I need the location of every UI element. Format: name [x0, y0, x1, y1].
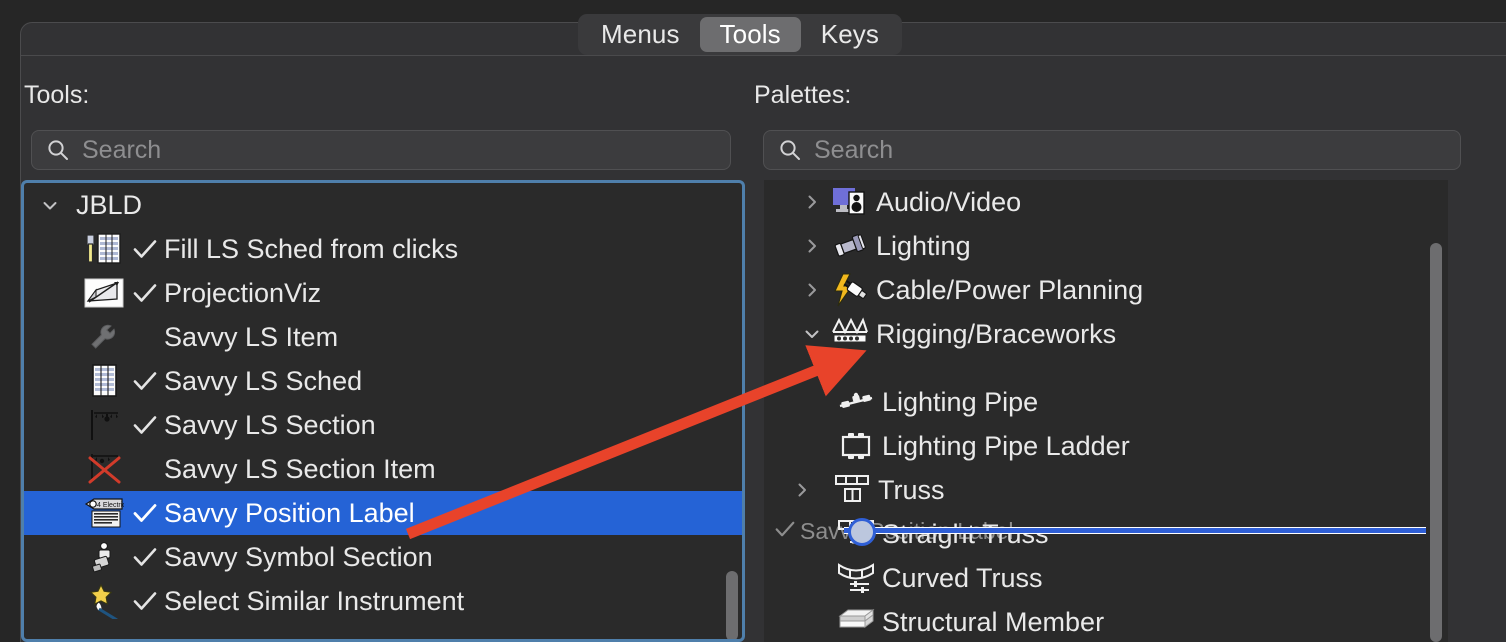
tools-list-inner: JBLD Fill LS Sched from clicks Projectio… — [24, 180, 742, 623]
list-item-label: Savvy Position Label — [164, 497, 415, 528]
list-item-label: ProjectionViz — [164, 277, 322, 308]
palette-item-label: Lighting Pipe — [882, 386, 1039, 417]
tab-keys[interactable]: Keys — [801, 17, 899, 52]
palettes-column-label: Palettes: — [754, 81, 852, 109]
palettes-list[interactable]: Audio/Video Lighting Cable/Power Plannin… — [764, 180, 1448, 642]
palette-group-label: Truss — [878, 474, 945, 505]
palette-item-structural-member[interactable]: Structural Member — [764, 600, 1448, 642]
chevron-right-icon — [800, 190, 824, 214]
rigging-braceworks-icon — [828, 314, 872, 354]
savvy-ls-section-icon — [82, 405, 126, 445]
chevron-down-icon — [800, 322, 824, 346]
structural-member-icon — [834, 602, 878, 642]
straight-truss-icon — [834, 514, 878, 554]
palette-group-lighting[interactable]: Lighting — [764, 224, 1448, 268]
cable-power-icon — [828, 270, 872, 310]
palette-group-rigging-braceworks[interactable]: Rigging/Braceworks — [764, 312, 1448, 356]
chevron-right-icon — [790, 478, 814, 502]
list-item-label: Savvy LS Sched — [164, 365, 363, 396]
position-label-icon: 4 Electric — [82, 493, 126, 533]
palette-group-cable-power[interactable]: Cable/Power Planning — [764, 268, 1448, 312]
search-icon — [780, 140, 800, 160]
palette-item-straight-truss[interactable]: Straight Truss — [764, 512, 1448, 556]
list-item[interactable]: Fill LS Sched from clicks — [24, 227, 742, 271]
tools-group-jbld[interactable]: JBLD — [24, 183, 742, 227]
check-icon — [130, 588, 160, 614]
tab-menus[interactable]: Menus — [581, 17, 700, 52]
palette-group-truss[interactable]: Truss — [764, 468, 1448, 512]
palette-group-label: Lighting — [876, 230, 971, 261]
check-icon — [130, 500, 160, 526]
tools-column-label: Tools: — [24, 81, 90, 109]
tab-tools-label: Tools — [719, 19, 781, 49]
list-item[interactable]: Savvy LS Sched — [24, 359, 742, 403]
tab-keys-label: Keys — [820, 19, 879, 49]
truss-icon — [830, 470, 874, 510]
window-divider — [21, 55, 1506, 56]
palette-group-label: Cable/Power Planning — [876, 274, 1144, 305]
list-item-label: Savvy LS Item — [164, 321, 339, 352]
palette-group-label: Audio/Video — [876, 186, 1022, 217]
list-item[interactable] — [24, 180, 742, 183]
list-item-label: Select Similar Instrument — [164, 585, 465, 616]
tab-bar: Menus Tools Keys — [578, 14, 902, 55]
check-icon — [130, 544, 160, 570]
list-item[interactable]: Savvy LS Item — [24, 315, 742, 359]
palette-item-label: Curved Truss — [882, 562, 1043, 593]
svg-text:4 Electric: 4 Electric — [97, 502, 124, 509]
check-icon — [130, 280, 160, 306]
palette-item-label: Straight Truss — [882, 518, 1049, 549]
palette-group-label: Rigging/Braceworks — [876, 318, 1117, 349]
list-item-label: Fill LS Sched from clicks — [164, 233, 459, 264]
list-item[interactable]: Savvy Symbol Section — [24, 535, 742, 579]
chevron-down-icon — [38, 183, 62, 184]
chevron-down-icon — [38, 193, 62, 217]
palettes-list-scrollbar[interactable] — [1430, 243, 1442, 642]
list-item-label: Savvy Symbol Section — [164, 541, 433, 572]
curved-truss-icon — [834, 558, 878, 598]
palette-item-lighting-pipe-ladder[interactable]: Lighting Pipe Ladder — [764, 424, 1448, 468]
symbol-section-icon — [82, 537, 126, 577]
tools-search-field[interactable]: Search — [31, 130, 731, 170]
lighting-pipe-ladder-icon — [834, 426, 878, 466]
drop-target-row[interactable] — [764, 356, 1448, 380]
search-icon — [48, 140, 68, 160]
group-icon — [66, 183, 110, 192]
check-icon — [130, 236, 160, 262]
projection-viz-icon — [82, 273, 126, 313]
savvy-ls-section-item-icon — [82, 449, 126, 489]
check-icon — [130, 412, 160, 438]
tools-list[interactable]: JBLD Fill LS Sched from clicks Projectio… — [21, 180, 745, 642]
chevron-right-icon — [800, 278, 824, 302]
list-item[interactable]: Savvy LS Section — [24, 403, 742, 447]
palette-item-label: Structural Member — [882, 606, 1105, 637]
fill-ls-sched-icon — [82, 229, 126, 269]
list-item[interactable]: Select Similar Instrument — [24, 579, 742, 623]
lighting-pipe-icon — [834, 382, 878, 422]
tab-menus-label: Menus — [601, 19, 680, 49]
lighting-icon — [828, 226, 872, 266]
list-item-label: Savvy LS Section — [164, 409, 376, 440]
list-item[interactable]: ProjectionViz — [24, 271, 742, 315]
audio-video-icon — [828, 182, 872, 222]
palette-group-audio-video[interactable]: Audio/Video — [764, 180, 1448, 224]
tools-list-scrollbar[interactable] — [726, 571, 738, 639]
tools-group-jbld-label: JBLD — [76, 189, 143, 220]
savvy-ls-sched-icon — [82, 361, 126, 401]
list-item[interactable]: Savvy LS Section Item — [24, 447, 742, 491]
chevron-right-icon — [800, 234, 824, 258]
list-item-label: Savvy LS Section Item — [164, 453, 436, 484]
palette-item-curved-truss[interactable]: Curved Truss — [764, 556, 1448, 600]
wrench-icon — [82, 317, 126, 357]
tools-search-placeholder: Search — [82, 135, 162, 164]
palettes-list-inner: Audio/Video Lighting Cable/Power Plannin… — [764, 180, 1448, 642]
check-icon — [130, 368, 160, 394]
palettes-search-field[interactable]: Search — [763, 130, 1461, 170]
magic-wand-icon — [82, 581, 126, 621]
palette-item-label: Lighting Pipe Ladder — [882, 430, 1130, 461]
palette-item-lighting-pipe[interactable]: Lighting Pipe — [764, 380, 1448, 424]
tab-tools[interactable]: Tools — [699, 17, 801, 52]
palettes-search-placeholder: Search — [814, 135, 894, 164]
list-item-savvy-position-label[interactable]: 4 Electric Savvy Position Label — [24, 491, 742, 535]
